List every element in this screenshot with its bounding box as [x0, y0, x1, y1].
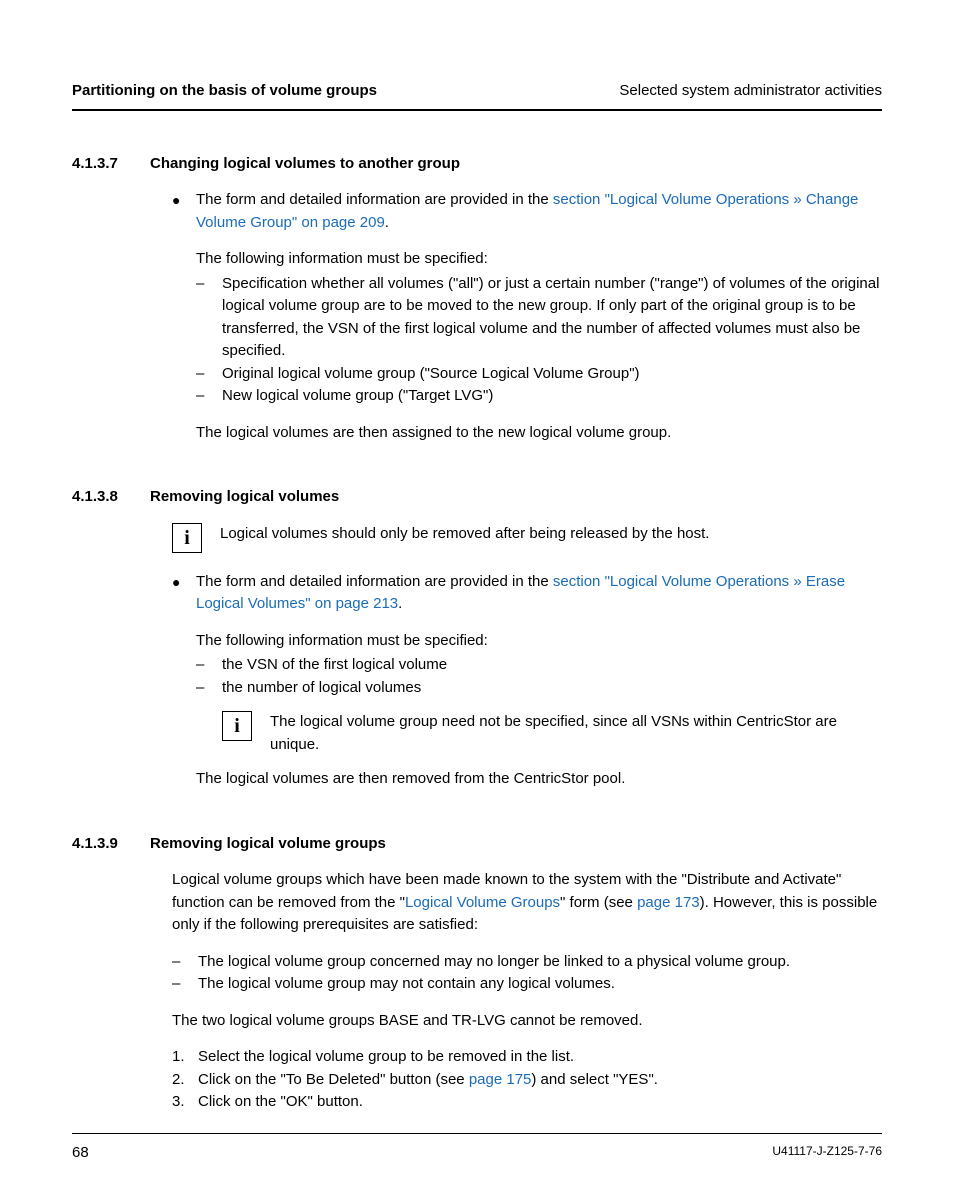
bullet-content: The form and detailed information are pr…	[196, 189, 882, 458]
text: The following information must be specif…	[196, 630, 882, 653]
text: " form (see	[560, 894, 637, 911]
text: Click on the "To Be Deleted" button (see	[198, 1071, 469, 1088]
text: The two logical volume groups BASE and T…	[172, 1010, 882, 1033]
dash-icon: –	[196, 654, 222, 677]
step-1: 1. Select the logical volume group to be…	[172, 1046, 882, 1069]
text: Specification whether all volumes ("all"…	[222, 273, 882, 363]
page-footer: 68 U41117-J-Z125-7-76	[72, 1133, 882, 1165]
text: .	[398, 595, 402, 612]
page-number: 68	[72, 1142, 89, 1165]
list-item: – The logical volume group concerned may…	[172, 951, 882, 974]
text: the VSN of the first logical volume	[222, 654, 882, 677]
text: New logical volume group ("Target LVG")	[222, 385, 882, 408]
text: The following information must be specif…	[196, 248, 882, 271]
text: The form and detailed information are pr…	[196, 573, 553, 590]
section-title: Changing logical volumes to another grou…	[150, 153, 460, 176]
step-number: 1.	[172, 1046, 198, 1069]
link-logical-volume-groups[interactable]: Logical Volume Groups	[405, 894, 560, 911]
section-number: 4.1.3.9	[72, 833, 150, 856]
document-id: U41117-J-Z125-7-76	[772, 1142, 882, 1165]
step-number: 3.	[172, 1091, 198, 1114]
header-chapter-title: Selected system administrator activities	[619, 80, 882, 103]
step-2: 2. Click on the "To Be Deleted" button (…	[172, 1069, 882, 1092]
link-page-173[interactable]: page 173	[637, 894, 700, 911]
dash-icon: –	[172, 973, 198, 996]
section-heading-4139: 4.1.3.9 Removing logical volume groups	[72, 833, 882, 856]
prerequisite-list: – The logical volume group concerned may…	[172, 951, 882, 996]
header-section-title: Partitioning on the basis of volume grou…	[72, 80, 377, 103]
dash-icon: –	[196, 363, 222, 386]
text: The logical volume group may not contain…	[198, 973, 882, 996]
info-callout: i Logical volumes should only be removed…	[172, 523, 882, 553]
text: The logical volumes are then removed fro…	[196, 768, 882, 791]
link-page-175[interactable]: page 175	[469, 1071, 532, 1088]
section-title: Removing logical volume groups	[150, 833, 386, 856]
step-3: 3. Click on the "OK" button.	[172, 1091, 882, 1114]
bullet-content: The form and detailed information are pr…	[196, 571, 882, 805]
text: The form and detailed information are pr…	[196, 191, 553, 208]
info-icon: i	[222, 711, 252, 741]
text: Select the logical volume group to be re…	[198, 1046, 882, 1069]
section-heading-4137: 4.1.3.7 Changing logical volumes to anot…	[72, 153, 882, 176]
section-body: Logical volume groups which have been ma…	[172, 869, 882, 937]
text: Click on the "OK" button.	[198, 1091, 882, 1114]
section-title: Removing logical volumes	[150, 486, 339, 509]
section-number: 4.1.3.7	[72, 153, 150, 176]
text: .	[385, 214, 389, 231]
section-heading-4138: 4.1.3.8 Removing logical volumes	[72, 486, 882, 509]
list-item: – New logical volume group ("Target LVG"…	[196, 385, 882, 408]
dash-icon: –	[172, 951, 198, 974]
dash-icon: –	[196, 385, 222, 408]
bullet-item: ● The form and detailed information are …	[172, 571, 882, 805]
info-text: Logical volumes should only be removed a…	[220, 523, 882, 553]
step-number: 2.	[172, 1069, 198, 1092]
section-number: 4.1.3.8	[72, 486, 150, 509]
numbered-steps: 1. Select the logical volume group to be…	[172, 1046, 882, 1114]
list-item: – The logical volume group may not conta…	[172, 973, 882, 996]
dash-icon: –	[196, 273, 222, 363]
bullet-icon: ●	[172, 189, 196, 458]
bullet-icon: ●	[172, 571, 196, 805]
text: Original logical volume group ("Source L…	[222, 363, 882, 386]
text: the number of logical volumes	[222, 677, 882, 700]
info-callout: i The logical volume group need not be s…	[222, 711, 882, 756]
text: The logical volumes are then assigned to…	[196, 422, 882, 445]
bullet-item: ● The form and detailed information are …	[172, 189, 882, 458]
list-item: – the number of logical volumes	[196, 677, 882, 700]
text: The logical volume group concerned may n…	[198, 951, 882, 974]
list-item: – the VSN of the first logical volume	[196, 654, 882, 677]
dash-icon: –	[196, 677, 222, 700]
info-text: The logical volume group need not be spe…	[270, 711, 882, 756]
page-header: Partitioning on the basis of volume grou…	[72, 80, 882, 111]
info-icon: i	[172, 523, 202, 553]
list-item: – Specification whether all volumes ("al…	[196, 273, 882, 363]
list-item: – Original logical volume group ("Source…	[196, 363, 882, 386]
text: ) and select "YES".	[531, 1071, 658, 1088]
